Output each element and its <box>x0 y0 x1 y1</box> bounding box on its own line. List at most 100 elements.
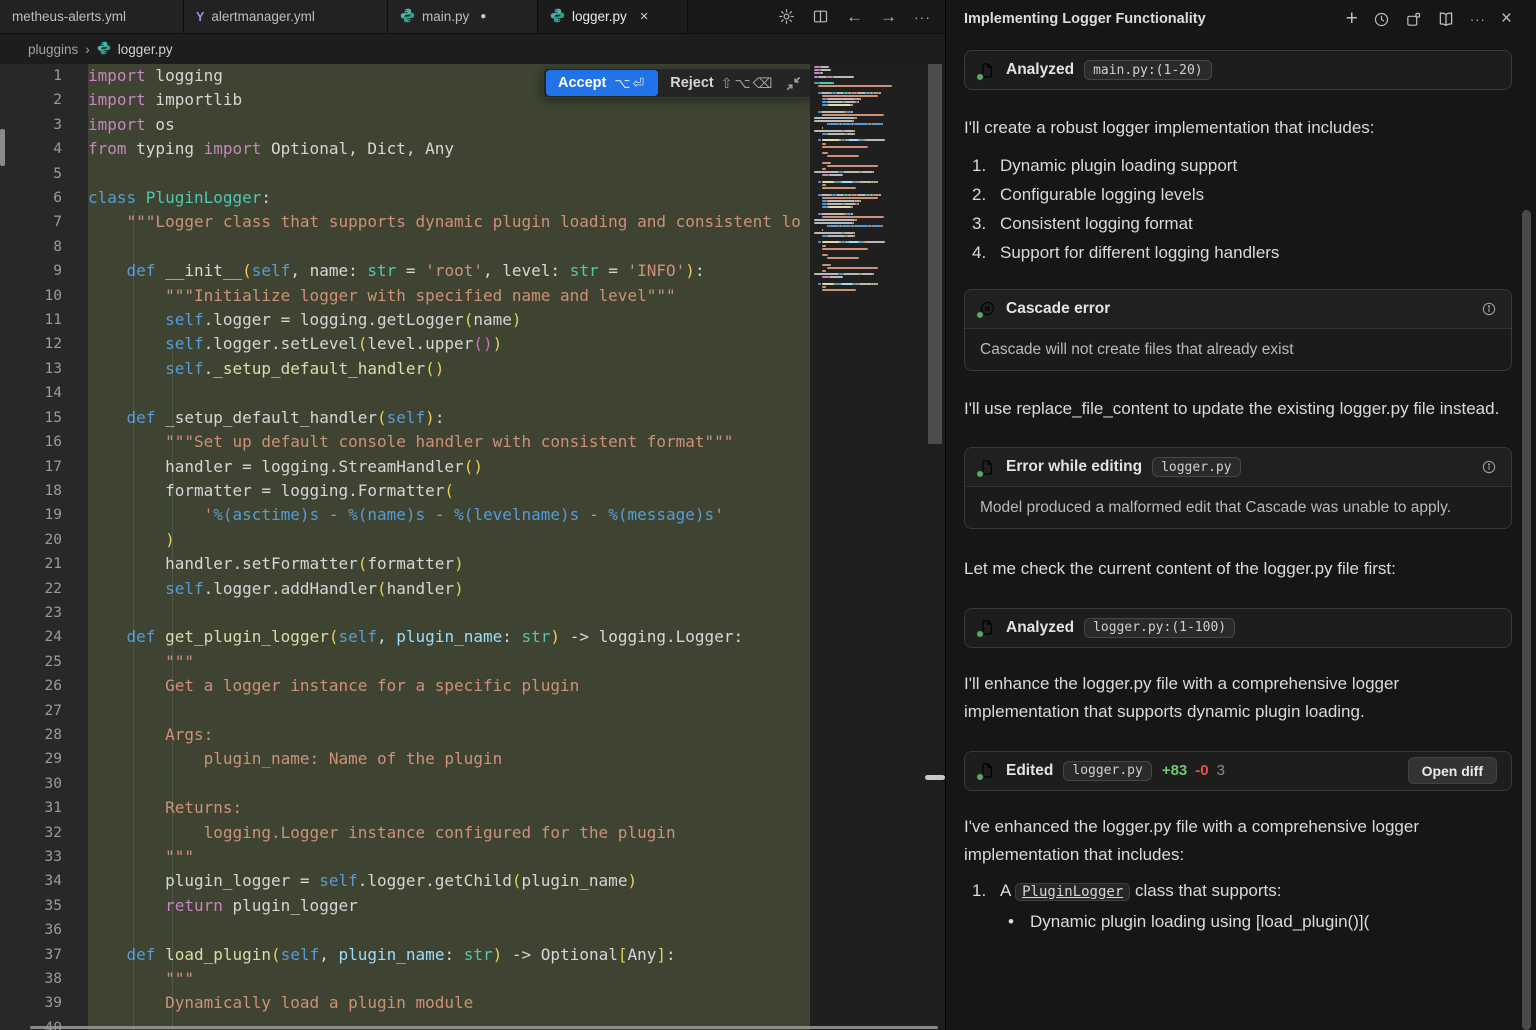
panel-resize-handle[interactable] <box>925 775 945 780</box>
tab-actions: ← → ··· <box>778 0 945 33</box>
status-dot <box>976 73 984 81</box>
editor-scrollbar[interactable] <box>925 64 945 1030</box>
file-icon <box>979 762 996 779</box>
code-lines: 1import logging2import importlib3import … <box>0 64 810 1030</box>
minimap[interactable] <box>810 64 925 1030</box>
tab-prometheus-alerts[interactable]: metheus-alerts.yml <box>0 0 184 33</box>
list-item: Support for different logging handlers <box>964 238 1494 267</box>
python-icon <box>550 8 565 26</box>
cascade-header: Implementing Logger Functionality + ··· … <box>964 0 1512 38</box>
split-editor-icon[interactable] <box>812 8 829 25</box>
horizontal-scrollbar[interactable] <box>30 1026 938 1029</box>
error-title: Error while editing <box>1006 458 1142 476</box>
chat-scrollbar-thumb[interactable] <box>1522 210 1531 1030</box>
status-dot <box>976 773 984 781</box>
reject-button[interactable]: Reject ⇧⌥⌫ <box>670 75 774 92</box>
python-icon <box>97 41 111 58</box>
error-title: Cascade error <box>1006 300 1110 318</box>
tool-card-analyzed-main[interactable]: Analyzed main.py:(1-20) <box>964 50 1512 90</box>
tab-alertmanager[interactable]: Y alertmanager.yml <box>184 0 388 33</box>
close-panel-icon[interactable]: × <box>1501 8 1512 30</box>
cascade-error-card[interactable]: Cascade error Cascade will not create fi… <box>964 289 1512 371</box>
left-edge-scrollbar[interactable] <box>0 129 5 166</box>
accept-button[interactable]: Accept ⌥⏎ <box>546 70 658 96</box>
windsurf-window: metheus-alerts.yml Y alertmanager.yml ma… <box>0 0 1536 1030</box>
symbol-chip[interactable]: PluginLogger <box>1015 883 1130 901</box>
reject-label: Reject <box>670 75 714 91</box>
yaml-icon: Y <box>196 10 204 24</box>
tab-label: main.py <box>422 9 469 24</box>
list-item: Consistent logging format <box>964 209 1494 238</box>
tool-label: Edited <box>1006 762 1053 780</box>
breadcrumb-folder[interactable]: pluggins <box>28 42 78 57</box>
lines-removed: -0 <box>1195 762 1208 779</box>
file-icon <box>979 459 996 476</box>
error-circle-icon <box>979 300 996 317</box>
conversation-title: Implementing Logger Functionality <box>964 11 1206 27</box>
indent-guide <box>172 347 173 1030</box>
edit-error-card[interactable]: Error while editing logger.py Model prod… <box>964 447 1512 529</box>
new-conversation-icon[interactable]: + <box>1346 7 1358 31</box>
nav-back-icon[interactable]: ← <box>846 7 863 27</box>
modified-dot-icon[interactable]: ● <box>480 11 486 22</box>
breadcrumb: pluggins › logger.py <box>0 34 945 64</box>
file-icon <box>979 619 996 636</box>
accept-shortcut: ⌥⏎ <box>614 75 646 92</box>
nav-forward-icon[interactable]: → <box>880 7 897 27</box>
tool-card-analyzed-logger[interactable]: Analyzed logger.py:(1-100) <box>964 608 1512 648</box>
summary-list: A PluginLogger class that supports: <box>964 876 1494 907</box>
edited-file-card[interactable]: Edited logger.py +83 -0 3 Open diff <box>964 751 1512 791</box>
diff-action-bar: Accept ⌥⏎ Reject ⇧⌥⌫ <box>543 68 812 98</box>
tab-label: metheus-alerts.yml <box>12 9 126 24</box>
history-icon[interactable] <box>1373 11 1390 28</box>
list-item: Dynamic plugin loading support <box>964 151 1494 180</box>
close-tab-icon[interactable]: × <box>640 8 649 25</box>
assistant-paragraph: Let me check the current content of the … <box>964 555 1502 584</box>
reject-shortcut: ⇧⌥⌫ <box>721 75 775 92</box>
list-item: Configurable logging levels <box>964 180 1494 209</box>
pending-count: 3 <box>1217 762 1225 779</box>
status-dot <box>976 630 984 638</box>
file-reference-chip[interactable]: logger.py:(1-100) <box>1084 618 1235 638</box>
cascade-header-actions: + ··· × <box>1346 7 1512 31</box>
more-actions-icon[interactable]: ··· <box>914 9 931 25</box>
assistant-paragraph: I'll create a robust logger implementati… <box>964 114 1502 143</box>
list-bullet-item: Dynamic plugin loading using [load_plugi… <box>964 907 1494 936</box>
assistant-paragraph: I'll use replace_file_content to update … <box>964 395 1502 424</box>
file-reference-chip[interactable]: logger.py <box>1063 761 1151 781</box>
editor-tab-bar: metheus-alerts.yml Y alertmanager.yml ma… <box>0 0 945 34</box>
open-diff-button[interactable]: Open diff <box>1408 757 1497 784</box>
breadcrumb-file[interactable]: logger.py <box>118 42 173 57</box>
editor-scrollbar-thumb[interactable] <box>928 64 942 444</box>
tab-logger-py[interactable]: logger.py × <box>538 0 688 33</box>
lines-added: +83 <box>1162 762 1187 779</box>
accept-label: Accept <box>558 75 606 91</box>
docs-book-icon[interactable] <box>1437 10 1455 28</box>
indent-guide <box>133 210 134 1030</box>
file-reference-chip[interactable]: main.py:(1-20) <box>1084 60 1212 80</box>
apps-grid-icon[interactable] <box>1405 11 1422 28</box>
status-dot <box>976 470 984 478</box>
info-icon[interactable] <box>1481 459 1497 475</box>
status-dot <box>976 311 984 319</box>
error-body: Model produced a malformed edit that Cas… <box>965 486 1511 528</box>
assistant-paragraph: I've enhanced the logger.py file with a … <box>964 813 1502 870</box>
feature-list: Dynamic plugin loading support Configura… <box>964 151 1494 267</box>
breadcrumb-separator-icon: › <box>85 42 90 57</box>
cascade-panel: Implementing Logger Functionality + ··· … <box>946 0 1536 1030</box>
editor-region: metheus-alerts.yml Y alertmanager.yml ma… <box>0 0 945 1030</box>
settings-gear-icon[interactable] <box>778 8 795 25</box>
code-editor[interactable]: 1import logging2import importlib3import … <box>0 64 810 1030</box>
diff-stats: +83 -0 3 <box>1162 762 1225 779</box>
tab-label: alertmanager.yml <box>211 9 315 24</box>
tab-main-py[interactable]: main.py ● <box>388 0 538 33</box>
collapse-icon[interactable] <box>786 76 801 91</box>
list-item: A PluginLogger class that supports: <box>964 876 1494 907</box>
file-icon <box>979 62 996 79</box>
info-icon[interactable] <box>1481 301 1497 317</box>
more-options-icon[interactable]: ··· <box>1470 12 1486 27</box>
file-reference-chip[interactable]: logger.py <box>1152 457 1240 477</box>
tab-label: logger.py <box>572 9 627 24</box>
error-body: Cascade will not create files that alrea… <box>965 328 1511 370</box>
tool-label: Analyzed <box>1006 61 1074 79</box>
